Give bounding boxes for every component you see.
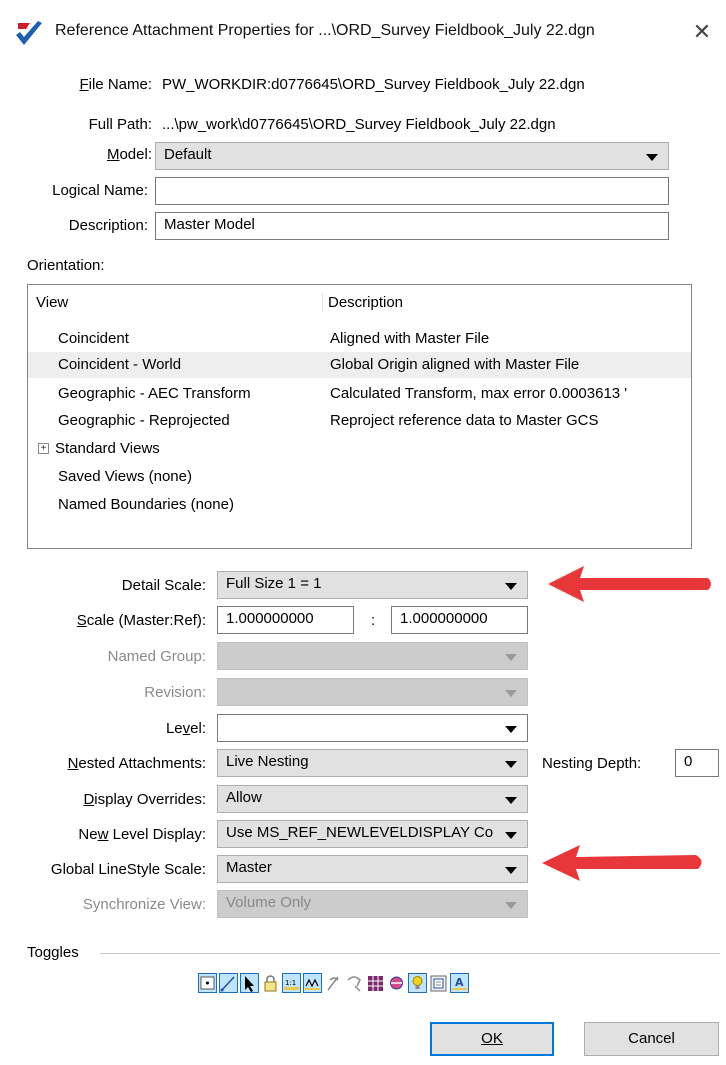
level-dropdown[interactable] xyxy=(217,714,528,742)
synchronize-view-dropdown: Volume Only xyxy=(217,890,528,918)
ok-button-label: OK xyxy=(481,1030,503,1047)
new-level-display-label: New Level Display: xyxy=(78,826,206,843)
scale-linestyles-toggle-icon[interactable] xyxy=(303,972,322,994)
new-level-display-value: Use MS_REF_NEWLEVELDISPLAY Co xyxy=(226,824,494,841)
file-name-value: PW_WORKDIR:d0776645\ORD_Survey Fieldbook… xyxy=(162,76,585,93)
treat-as-element-toggle-icon[interactable] xyxy=(366,972,385,994)
scale-master-input[interactable]: 1.000000000 xyxy=(217,606,354,634)
new-level-display-dropdown[interactable]: Use MS_REF_NEWLEVELDISPLAY Co xyxy=(217,820,528,848)
detail-scale-label: Detail Scale: xyxy=(121,577,206,594)
toggle-toolbar: 1:1 A xyxy=(198,972,598,996)
microstation-app-icon xyxy=(14,19,44,49)
svg-text:1:1: 1:1 xyxy=(285,979,296,987)
full-path-value: ...\pw_work\d0776645\ORD_Survey Fieldboo… xyxy=(162,116,556,133)
logical-name-label: Logical Name: xyxy=(52,182,148,199)
file-name-label: File Name: xyxy=(79,76,152,93)
ok-button[interactable]: OK xyxy=(430,1022,554,1056)
expand-plus-icon[interactable]: + xyxy=(38,443,49,454)
window-title: Reference Attachment Properties for ...\… xyxy=(55,22,595,39)
column-header-view[interactable]: View xyxy=(36,294,68,311)
orientation-row-description: Global Origin aligned with Master File xyxy=(330,356,580,373)
red-arrow-annotation xyxy=(542,845,702,881)
display-overrides-value: Allow xyxy=(226,789,262,806)
orientation-row-view[interactable]: Coincident - World xyxy=(58,356,181,373)
orientation-row-description: Calculated Transform, max error 0.000361… xyxy=(330,385,628,402)
display-toggle-icon[interactable] xyxy=(198,972,217,994)
synchronize-view-label: Synchronize View: xyxy=(82,896,206,913)
named-boundaries-node[interactable]: Named Boundaries (none) xyxy=(58,496,234,513)
model-dropdown[interactable]: Default xyxy=(155,142,669,170)
orientation-row-view[interactable]: Geographic - AEC Transform xyxy=(58,385,251,402)
description-label: Description: xyxy=(68,217,148,234)
named-group-dropdown xyxy=(217,642,528,670)
use-lights-toggle-icon[interactable] xyxy=(408,972,427,994)
scale-ref-input[interactable]: 1.000000000 xyxy=(391,606,528,634)
global-linestyle-scale-dropdown[interactable]: Master xyxy=(217,855,528,883)
global-linestyle-scale-value: Master xyxy=(226,859,272,876)
scale-label: Scale (Master:Ref): xyxy=(76,612,206,629)
orientation-row-view[interactable]: Coincident xyxy=(58,330,129,347)
nesting-depth-label: Nesting Depth: xyxy=(542,755,642,772)
lock-toggle-icon[interactable] xyxy=(261,972,280,994)
model-value: Default xyxy=(164,146,212,163)
detail-scale-value: Full Size 1 = 1 xyxy=(226,575,322,592)
toggles-divider xyxy=(100,953,720,954)
named-group-label: Named Group: xyxy=(107,648,206,665)
chevron-down-icon xyxy=(505,867,517,874)
chevron-down-icon xyxy=(646,154,658,161)
saved-views-node[interactable]: Saved Views (none) xyxy=(58,468,192,485)
detail-scale-dropdown[interactable]: Full Size 1 = 1 xyxy=(217,571,528,599)
annotation-scale-toggle-icon[interactable]: A xyxy=(450,972,469,994)
nested-attachments-label: Nested Attachments: xyxy=(67,755,206,772)
logical-name-input[interactable] xyxy=(155,177,669,205)
ignore-attachments-toggle-icon[interactable] xyxy=(324,972,343,994)
snap-toggle-icon[interactable] xyxy=(219,972,238,994)
scale-separator: : xyxy=(371,612,376,629)
display-overrides-label: Display Overrides: xyxy=(83,791,206,808)
chevron-down-icon xyxy=(505,797,517,804)
display-overrides-dropdown[interactable]: Allow xyxy=(217,785,528,813)
display-raster-toggle-icon[interactable] xyxy=(387,972,406,994)
toggles-label: Toggles xyxy=(27,944,79,961)
chevron-down-icon xyxy=(505,654,517,661)
cancel-button[interactable]: Cancel xyxy=(584,1022,719,1056)
orientation-row-description: Reproject reference data to Master GCS xyxy=(330,412,599,429)
synchronize-view-value: Volume Only xyxy=(226,894,312,911)
chevron-down-icon xyxy=(505,583,517,590)
chevron-down-icon xyxy=(505,726,517,733)
red-arrow-annotation xyxy=(548,566,711,602)
chevron-down-icon xyxy=(505,832,517,839)
nesting-depth-input[interactable]: 0 xyxy=(675,749,719,777)
orientation-row-description: Aligned with Master File xyxy=(330,330,490,347)
svg-text:A: A xyxy=(455,976,464,989)
revision-dropdown xyxy=(217,678,528,706)
global-linestyle-scale-label: Global LineStyle Scale: xyxy=(50,861,206,878)
nested-attachments-dropdown[interactable]: Live Nesting xyxy=(217,749,528,777)
column-header-description[interactable]: Description xyxy=(328,294,403,311)
orientation-label: Orientation: xyxy=(27,257,105,274)
nested-attachments-value: Live Nesting xyxy=(226,753,309,770)
chevron-down-icon xyxy=(505,902,517,909)
ignore-elevation-toggle-icon[interactable] xyxy=(345,972,364,994)
description-input[interactable]: Master Model xyxy=(155,212,669,240)
orientation-row-view[interactable]: Geographic - Reprojected xyxy=(58,412,230,429)
standard-views-node[interactable]: Standard Views xyxy=(55,440,160,457)
level-label: Level: xyxy=(165,720,206,737)
full-path-label: Full Path: xyxy=(88,116,152,133)
locate-toggle-icon[interactable] xyxy=(240,972,259,994)
column-separator xyxy=(322,292,323,312)
chevron-down-icon xyxy=(505,761,517,768)
chevron-down-icon xyxy=(505,690,517,697)
revision-label: Revision: xyxy=(144,684,206,701)
clip-toggle-icon[interactable] xyxy=(429,972,448,994)
true-scale-toggle-icon[interactable]: 1:1 xyxy=(282,972,301,994)
model-label: Model: xyxy=(106,146,152,163)
close-icon[interactable]: ✕ xyxy=(688,18,716,46)
